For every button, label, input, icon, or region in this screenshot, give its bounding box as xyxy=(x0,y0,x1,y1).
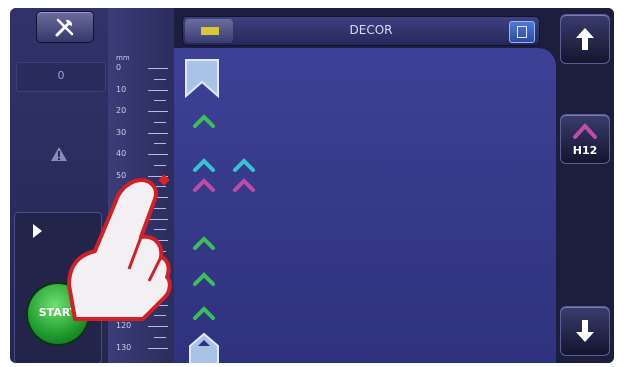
machine-screen: 0 START mm 01020304050607080901001101201… xyxy=(10,8,614,363)
ruler-tick xyxy=(148,347,168,349)
tools-button[interactable] xyxy=(36,11,94,43)
h12-label: H12 xyxy=(572,144,598,157)
ruler-tick xyxy=(148,132,168,134)
decor-canvas[interactable] xyxy=(174,48,556,363)
ruler-unit: mm xyxy=(116,54,130,62)
arrow-down-icon xyxy=(576,320,594,342)
ruler-tick-minor xyxy=(154,78,166,80)
ruler-tick-label: 20 xyxy=(116,106,127,115)
ruler-tick-label: 10 xyxy=(116,84,127,94)
chevron-magenta[interactable] xyxy=(232,176,256,192)
ruler-tick xyxy=(148,326,168,327)
page-title: DECOR xyxy=(349,23,393,37)
warning-icon xyxy=(51,147,67,161)
ruler-tick-minor xyxy=(154,143,166,145)
ruler-tick-minor xyxy=(154,336,166,338)
play-icon[interactable] xyxy=(31,223,43,239)
scroll-up-button[interactable] xyxy=(560,14,610,64)
tools-icon xyxy=(55,18,74,37)
list-button[interactable] xyxy=(509,21,535,43)
ruler-tick xyxy=(148,89,168,91)
right-panel: H12 xyxy=(556,8,614,363)
ruler-tick-label: 30 xyxy=(116,127,127,137)
ruler-tick xyxy=(148,68,168,69)
chevron-green[interactable] xyxy=(192,270,216,286)
ruler-tick-label: 0 xyxy=(116,63,122,72)
list-icon xyxy=(517,26,527,38)
chevron-magenta[interactable] xyxy=(192,176,216,192)
ruler-tick-minor xyxy=(154,164,166,166)
ruler-tick xyxy=(148,154,168,155)
hand-pointer-icon xyxy=(67,178,172,321)
ruler-tick-minor xyxy=(154,121,166,123)
counter-field[interactable]: 0 xyxy=(16,62,106,92)
ruler-tick-minor xyxy=(154,100,166,102)
arrow-up-icon xyxy=(576,28,594,50)
decor-end-shape[interactable] xyxy=(188,332,220,363)
chevron-cyan[interactable] xyxy=(192,156,216,172)
top-bar: DECOR xyxy=(182,16,540,46)
ruler-tick-label: 130 xyxy=(116,342,132,352)
decor-start-shape[interactable] xyxy=(184,58,220,98)
ruler-tick xyxy=(148,111,168,112)
scroll-down-button[interactable] xyxy=(560,306,610,356)
chevron-green[interactable] xyxy=(192,234,216,250)
chevron-green[interactable] xyxy=(192,304,216,320)
h12-button[interactable]: H12 xyxy=(560,114,610,164)
counter-value: 0 xyxy=(57,69,65,82)
chevron-up-icon xyxy=(573,123,597,139)
ruler-tick-label: 40 xyxy=(116,149,127,158)
chevron-green[interactable] xyxy=(192,112,216,128)
chevron-cyan[interactable] xyxy=(232,156,256,172)
layer-button[interactable] xyxy=(185,19,233,43)
